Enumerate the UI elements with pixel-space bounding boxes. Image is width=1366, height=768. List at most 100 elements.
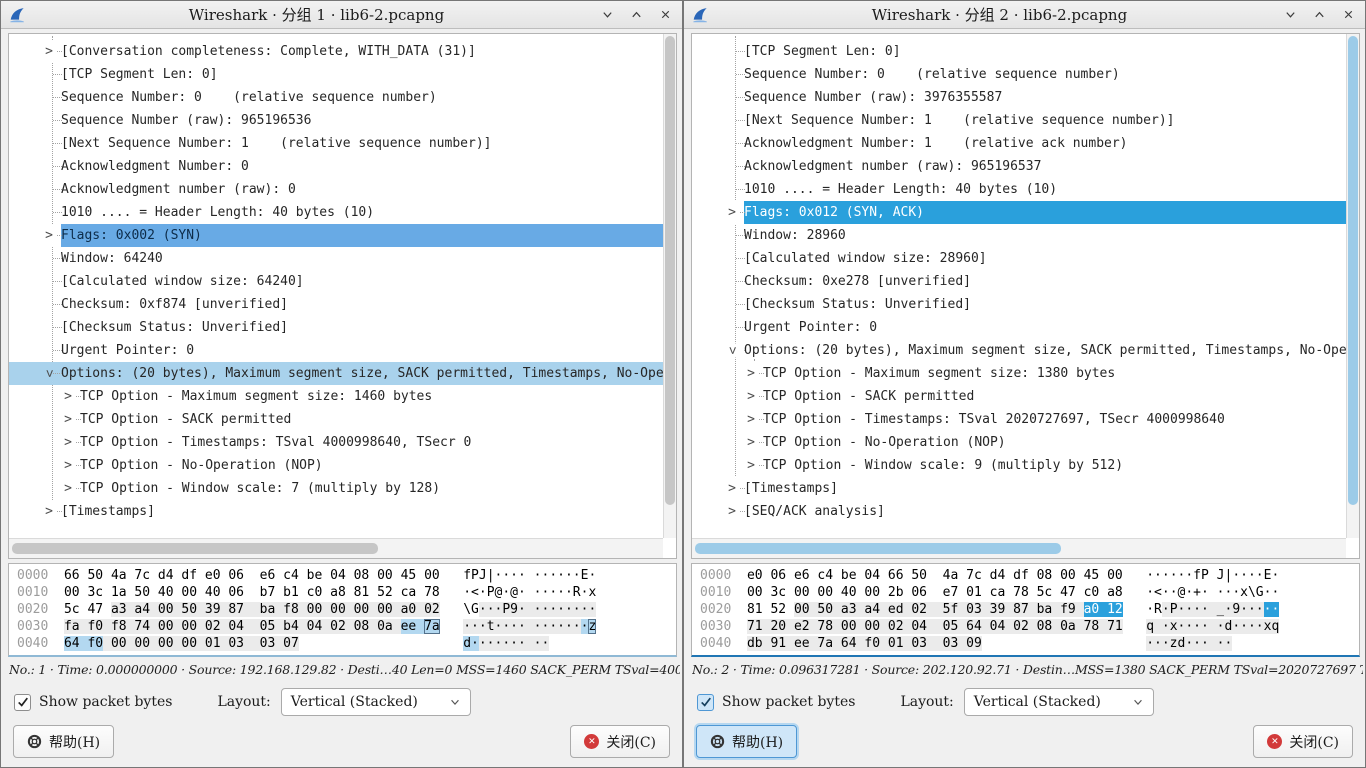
expander-icon[interactable]: > — [42, 224, 56, 247]
expander-icon[interactable]: > — [61, 431, 75, 454]
titlebar[interactable]: Wireshark · 分组 1 · lib6-2.pcapng — [1, 1, 682, 29]
hex-row[interactable]: 0020 81 52 00 50 a3 a4 ed 02 5f 03 39 87… — [700, 601, 1359, 618]
tree-row[interactable]: Urgent Pointer: 0 — [692, 316, 1346, 339]
maximize-icon[interactable] — [1312, 8, 1326, 22]
tree-row[interactable]: Sequence Number: 0 (relative sequence nu… — [9, 86, 663, 109]
close-icon[interactable] — [658, 8, 672, 22]
tree-row[interactable]: Acknowledgment number (raw): 0 — [9, 178, 663, 201]
hex-row[interactable]: 0000 66 50 4a 7c d4 df e0 06 e6 c4 be 04… — [17, 567, 676, 584]
expander-icon[interactable]: > — [725, 201, 739, 224]
hex-row[interactable]: 0030 71 20 e2 78 00 00 02 04 05 64 04 02… — [700, 618, 1359, 635]
expander-icon[interactable]: > — [744, 408, 758, 431]
tree-row[interactable]: [TCP Segment Len: 0] — [9, 63, 663, 86]
hex-row[interactable]: 0030 fa f0 f8 74 00 00 02 04 05 b4 04 02… — [17, 618, 676, 635]
tree-row-label: TCP Option - Maximum segment size: 1460 … — [80, 385, 663, 408]
tree-row[interactable]: >TCP Option - No-Operation (NOP) — [692, 431, 1346, 454]
help-button[interactable]: 帮助(H) — [13, 725, 114, 758]
expander-icon[interactable]: > — [725, 477, 739, 500]
tree-row[interactable]: Window: 64240 — [9, 247, 663, 270]
tree-row[interactable]: Checksum: 0xe278 [unverified] — [692, 270, 1346, 293]
packet-bytes-pane[interactable]: 0000 66 50 4a 7c d4 df e0 06 e6 c4 be 04… — [8, 563, 677, 657]
layout-select[interactable]: Vertical (Stacked) — [281, 688, 471, 716]
maximize-icon[interactable] — [629, 8, 643, 22]
tree-row[interactable]: [Checksum Status: Unverified] — [692, 293, 1346, 316]
expander-icon[interactable]: > — [42, 500, 56, 523]
tree-row[interactable]: Acknowledgment Number: 0 — [9, 155, 663, 178]
titlebar[interactable]: Wireshark · 分组 2 · lib6-2.pcapng — [684, 1, 1365, 29]
tree-row[interactable]: 1010 .... = Header Length: 40 bytes (10) — [692, 178, 1346, 201]
hex-row[interactable]: 0010 00 3c 1a 50 40 00 40 06 b7 b1 c0 a8… — [17, 584, 676, 601]
tree-row[interactable]: >TCP Option - Window scale: 9 (multiply … — [692, 454, 1346, 477]
tree-row[interactable]: >Options: (20 bytes), Maximum segment si… — [692, 339, 1346, 362]
tree-row[interactable]: Sequence Number: 0 (relative sequence nu… — [692, 63, 1346, 86]
tree-row[interactable]: Checksum: 0xf874 [unverified] — [9, 293, 663, 316]
packet-detail-tree[interactable]: >[Conversation completeness: Complete, W… — [8, 33, 677, 559]
tree-row[interactable]: >[Timestamps] — [692, 477, 1346, 500]
scrollbar-handle[interactable] — [12, 543, 378, 554]
scrollbar-handle[interactable] — [1348, 36, 1358, 505]
scrollbar-handle[interactable] — [665, 36, 675, 505]
tree-row[interactable]: [TCP Segment Len: 0] — [692, 40, 1346, 63]
expander-icon[interactable]: > — [744, 431, 758, 454]
close-button[interactable]: ✕ 关闭(C) — [1253, 725, 1353, 758]
tree-row[interactable]: Sequence Number (raw): 3976355587 — [692, 86, 1346, 109]
minimize-icon[interactable] — [1283, 8, 1297, 22]
tree-row[interactable]: >Options: (20 bytes), Maximum segment si… — [9, 362, 663, 385]
tree-row[interactable]: [Next Sequence Number: 1 (relative seque… — [9, 132, 663, 155]
tree-row[interactable]: >Flags: 0x002 (SYN) — [9, 224, 663, 247]
expander-icon[interactable]: > — [61, 408, 75, 431]
hex-row[interactable]: 0000 e0 06 e6 c4 be 04 66 50 4a 7c d4 df… — [700, 567, 1359, 584]
expander-icon[interactable]: > — [38, 367, 61, 381]
hex-row[interactable]: 0010 00 3c 00 00 40 00 2b 06 e7 01 ca 78… — [700, 584, 1359, 601]
vertical-scrollbar[interactable] — [1346, 34, 1359, 538]
expander-icon[interactable]: > — [61, 385, 75, 408]
tree-row[interactable]: >TCP Option - Timestamps: TSval 20207276… — [692, 408, 1346, 431]
show-packet-bytes-checkbox[interactable] — [697, 694, 714, 711]
expander-icon[interactable]: > — [61, 477, 75, 500]
minimize-icon[interactable] — [600, 8, 614, 22]
hex-row[interactable]: 0040 64 f0 00 00 00 00 01 03 03 07 d····… — [17, 635, 676, 652]
expander-icon[interactable]: > — [744, 385, 758, 408]
horizontal-scrollbar[interactable] — [692, 538, 1346, 558]
tree-row[interactable]: [Checksum Status: Unverified] — [9, 316, 663, 339]
tree-row[interactable]: >TCP Option - SACK permitted — [692, 385, 1346, 408]
expander-icon[interactable]: > — [725, 500, 739, 523]
close-icon[interactable] — [1341, 8, 1355, 22]
tree-row[interactable]: >Flags: 0x012 (SYN, ACK) — [692, 201, 1346, 224]
packet-detail-tree[interactable]: [TCP Segment Len: 0]Sequence Number: 0 (… — [691, 33, 1360, 559]
hex-row[interactable]: 0040 db 91 ee 7a 64 f0 01 03 03 09 ···zd… — [700, 635, 1359, 652]
expander-icon[interactable]: > — [721, 344, 744, 358]
hex-row[interactable]: 0020 5c 47 a3 a4 00 50 39 87 ba f8 00 00… — [17, 601, 676, 618]
tree-row[interactable]: [Next Sequence Number: 1 (relative seque… — [692, 109, 1346, 132]
tree-row[interactable]: >TCP Option - Timestamps: TSval 40009986… — [9, 431, 663, 454]
tree-row[interactable]: Acknowledgment Number: 1 (relative ack n… — [692, 132, 1346, 155]
expander-icon[interactable]: > — [744, 362, 758, 385]
layout-select[interactable]: Vertical (Stacked) — [964, 688, 1154, 716]
tree-row[interactable]: >TCP Option - Maximum segment size: 1460… — [9, 385, 663, 408]
help-button[interactable]: 帮助(H) — [696, 725, 797, 758]
tree-row[interactable]: >[SEQ/ACK analysis] — [692, 500, 1346, 523]
tree-row[interactable]: >[Timestamps] — [9, 500, 663, 523]
packet-bytes-pane[interactable]: 0000 e0 06 e6 c4 be 04 66 50 4a 7c d4 df… — [691, 563, 1360, 657]
tree-row[interactable]: >[Conversation completeness: Complete, W… — [9, 40, 663, 63]
tree-row[interactable]: >TCP Option - SACK permitted — [9, 408, 663, 431]
expander-icon[interactable]: > — [61, 454, 75, 477]
expander-icon[interactable]: > — [42, 40, 56, 63]
horizontal-scrollbar[interactable] — [9, 538, 663, 558]
tree-row[interactable]: >TCP Option - No-Operation (NOP) — [9, 454, 663, 477]
tree-row[interactable]: 1010 .... = Header Length: 40 bytes (10) — [9, 201, 663, 224]
hex-offset: 0000 — [700, 568, 747, 583]
vertical-scrollbar[interactable] — [663, 34, 676, 538]
scrollbar-handle[interactable] — [695, 543, 1061, 554]
tree-row[interactable]: >TCP Option - Maximum segment size: 1380… — [692, 362, 1346, 385]
show-packet-bytes-checkbox[interactable] — [14, 694, 31, 711]
tree-row[interactable]: Sequence Number (raw): 965196536 — [9, 109, 663, 132]
tree-row[interactable]: Window: 28960 — [692, 224, 1346, 247]
tree-row[interactable]: Urgent Pointer: 0 — [9, 339, 663, 362]
expander-icon[interactable]: > — [744, 454, 758, 477]
tree-row[interactable]: Acknowledgment number (raw): 965196537 — [692, 155, 1346, 178]
tree-row[interactable]: [Calculated window size: 28960] — [692, 247, 1346, 270]
tree-row[interactable]: [Calculated window size: 64240] — [9, 270, 663, 293]
tree-row[interactable]: >TCP Option - Window scale: 7 (multiply … — [9, 477, 663, 500]
close-button[interactable]: ✕ 关闭(C) — [570, 725, 670, 758]
